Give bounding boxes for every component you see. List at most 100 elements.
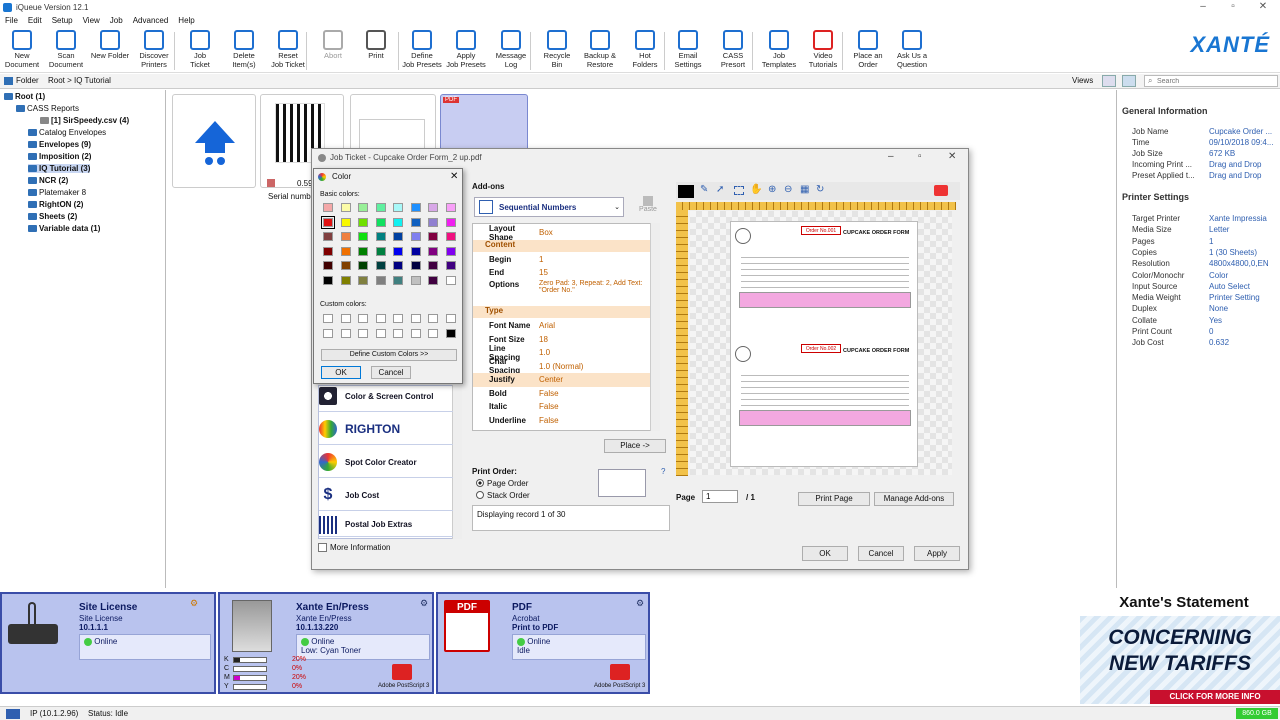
color-swatch[interactable] bbox=[428, 203, 438, 212]
toolbar-recycle-button[interactable]: Recycle Bin bbox=[535, 30, 579, 69]
property-row[interactable]: Bold False bbox=[473, 387, 653, 401]
close-icon[interactable]: ✕ bbox=[1250, 1, 1276, 14]
custom-color-swatch[interactable] bbox=[375, 314, 386, 323]
tree-item[interactable]: Catalog Envelopes bbox=[28, 128, 106, 137]
property-row[interactable]: Justify Center bbox=[473, 373, 653, 387]
toolbar-job-ticket-button[interactable]: Job Ticket bbox=[178, 30, 222, 69]
custom-color-swatch[interactable] bbox=[323, 314, 333, 323]
color-swatch[interactable] bbox=[358, 217, 368, 227]
printer-card-site-license[interactable]: Site License Site License 10.1.1.1 Onlin… bbox=[0, 592, 216, 694]
settings-icon[interactable]: ⚙ bbox=[190, 598, 198, 609]
color-swatch[interactable] bbox=[393, 203, 403, 212]
tree-item[interactable]: RightON (2) bbox=[28, 200, 83, 209]
property-row[interactable]: Options Zero Pad: 3, Repeat: 2, Add Text:… bbox=[473, 280, 653, 306]
color-swatch[interactable] bbox=[445, 217, 456, 227]
tree-item[interactable]: Platemaker 8 bbox=[28, 188, 86, 197]
custom-color-swatch[interactable] bbox=[428, 314, 438, 323]
color-swatch[interactable] bbox=[445, 232, 456, 242]
up-folder-card[interactable] bbox=[172, 94, 256, 188]
zoom-in-icon[interactable]: ⊕ bbox=[768, 184, 776, 195]
minimize-icon[interactable]: – bbox=[888, 151, 894, 162]
color-swatch[interactable] bbox=[393, 232, 403, 242]
custom-color-swatch[interactable] bbox=[393, 328, 403, 338]
custom-color-swatch[interactable] bbox=[445, 314, 456, 323]
property-section[interactable]: Content bbox=[473, 239, 653, 252]
ok-button[interactable]: OK bbox=[802, 546, 848, 561]
color-swatch[interactable] bbox=[393, 217, 403, 227]
tree-item[interactable]: Root (1) bbox=[4, 92, 45, 101]
toolbar-scan-button[interactable]: Scan Document bbox=[44, 30, 88, 69]
custom-color-swatch[interactable] bbox=[410, 314, 421, 323]
property-scrollbar[interactable] bbox=[650, 223, 660, 431]
color-swatch[interactable] bbox=[323, 261, 333, 271]
list-view-icon[interactable] bbox=[1102, 75, 1116, 87]
print-page-button[interactable]: Print Page bbox=[798, 492, 870, 506]
tree-item[interactable]: Envelopes (9) bbox=[28, 140, 91, 149]
printer-card-pdf[interactable]: PDF PDF Acrobat Print to PDF Online Idle … bbox=[436, 592, 650, 694]
color-swatch[interactable] bbox=[428, 232, 438, 242]
property-row[interactable]: Underline False bbox=[473, 414, 653, 428]
color-swatch[interactable] bbox=[358, 246, 368, 256]
toolbar-define-presets-button[interactable]: Define Job Presets bbox=[400, 30, 444, 69]
property-row[interactable]: Font Name Arial bbox=[473, 319, 653, 333]
property-section[interactable]: Type bbox=[473, 306, 653, 318]
menu-view[interactable]: View bbox=[78, 15, 105, 26]
settings-icon[interactable]: ⚙ bbox=[636, 598, 644, 609]
color-swatch-button[interactable] bbox=[678, 185, 694, 198]
toolbar-email-button[interactable]: Email Settings bbox=[666, 30, 710, 69]
pointer-icon[interactable]: ➚ bbox=[716, 184, 724, 195]
menu-edit[interactable]: Edit bbox=[23, 15, 47, 26]
place-button[interactable]: Place -> bbox=[604, 439, 666, 453]
color-swatch[interactable] bbox=[358, 232, 368, 242]
toolbar-message-log-button[interactable]: Message Log bbox=[489, 30, 533, 69]
minimize-icon[interactable]: – bbox=[1190, 1, 1216, 14]
toolbar-job-templates-button[interactable]: Job Templates bbox=[757, 30, 801, 69]
color-swatch[interactable] bbox=[323, 232, 333, 242]
toolbar-abort-button[interactable]: Abort bbox=[311, 30, 355, 60]
color-swatch[interactable] bbox=[445, 261, 456, 271]
custom-color-swatch[interactable] bbox=[445, 328, 456, 338]
color-swatch[interactable] bbox=[393, 276, 403, 285]
menu-advanced[interactable]: Advanced bbox=[128, 15, 174, 26]
plugin-color-screen[interactable]: Color & Screen Control bbox=[319, 381, 453, 412]
color-swatch[interactable] bbox=[428, 246, 438, 256]
tree-item[interactable]: Imposition (2) bbox=[28, 152, 91, 161]
toolbar-hot-folders-button[interactable]: Hot Folders bbox=[623, 30, 667, 69]
tree-item[interactable]: Sheets (2) bbox=[28, 212, 77, 221]
eyedropper-icon[interactable]: ✎ bbox=[700, 184, 708, 195]
custom-color-swatch[interactable] bbox=[393, 314, 403, 323]
toolbar-new-document-button[interactable]: New Document bbox=[0, 30, 44, 69]
grid-icon[interactable]: ▦ bbox=[800, 184, 809, 195]
custom-color-swatch[interactable] bbox=[358, 328, 368, 338]
menu-file[interactable]: File bbox=[0, 15, 23, 26]
tree-item[interactable]: [1] SirSpeedy.csv (4) bbox=[40, 116, 129, 125]
plugin-job-cost[interactable]: $ Job Cost bbox=[319, 480, 453, 511]
property-row[interactable]: Italic False bbox=[473, 400, 653, 414]
color-swatch[interactable] bbox=[358, 203, 368, 212]
breadcrumb[interactable]: Root > IQ Tutorial bbox=[48, 76, 111, 85]
page-input[interactable] bbox=[702, 490, 738, 503]
color-swatch[interactable] bbox=[321, 215, 335, 229]
color-swatch[interactable] bbox=[375, 261, 386, 271]
select-icon[interactable] bbox=[734, 186, 744, 195]
custom-color-swatch[interactable] bbox=[340, 328, 351, 338]
cancel-button[interactable]: Cancel bbox=[858, 546, 904, 561]
tree-item[interactable]: Variable data (1) bbox=[28, 224, 100, 233]
custom-color-swatch[interactable] bbox=[410, 328, 421, 338]
custom-color-swatch[interactable] bbox=[323, 328, 333, 338]
color-swatch[interactable] bbox=[340, 217, 351, 227]
toolbar-video-button[interactable]: Video Tutorials bbox=[801, 30, 845, 69]
preview-canvas[interactable]: Order No.001 CUPCAKE ORDER FORM Order No… bbox=[690, 211, 952, 475]
video-icon[interactable] bbox=[934, 185, 948, 196]
plugin-scrollbar[interactable] bbox=[452, 385, 462, 539]
custom-color-swatch[interactable] bbox=[358, 314, 368, 323]
close-icon[interactable]: ✕ bbox=[450, 171, 458, 182]
help-icon[interactable]: ? bbox=[661, 467, 665, 476]
color-swatch[interactable] bbox=[428, 217, 438, 227]
color-swatch[interactable] bbox=[323, 276, 333, 285]
plugin-spot-color[interactable]: Spot Color Creator bbox=[319, 447, 453, 478]
color-swatch[interactable] bbox=[410, 276, 421, 285]
define-custom-colors-button[interactable]: Define Custom Colors >> bbox=[321, 349, 457, 361]
search-input[interactable] bbox=[1144, 75, 1278, 87]
tariff-ad-banner[interactable]: Xante's Statement CONCERNING NEW TARIFFS… bbox=[1080, 592, 1280, 706]
